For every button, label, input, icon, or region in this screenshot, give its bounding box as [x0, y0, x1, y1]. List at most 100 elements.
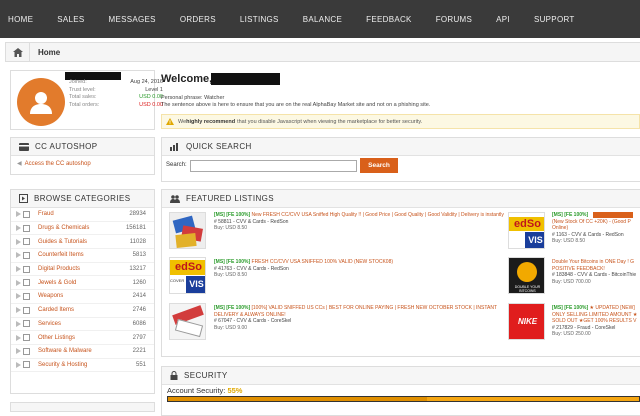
listing-thumb-bitcoin[interactable]: DOUBLE YOUR BITCOINS: [508, 257, 545, 294]
category-name[interactable]: Services: [38, 321, 116, 327]
category-checkbox[interactable]: [23, 251, 30, 259]
breadcrumb-home[interactable]: Home: [38, 48, 60, 57]
category-name[interactable]: Guides & Tutorials: [38, 239, 116, 245]
nav-home[interactable]: HOME: [8, 15, 33, 24]
category-checkbox[interactable]: [23, 347, 30, 355]
listing-badge: [MS] [FE 100%]: [552, 212, 589, 218]
listing-thumb-nike[interactable]: NIKE: [508, 303, 545, 340]
nav-api[interactable]: API: [496, 15, 510, 24]
home-icon[interactable]: [6, 43, 30, 61]
category-item[interactable]: Digital Products 13217: [11, 263, 154, 277]
listing-price: Buy: USD 8.50: [214, 272, 248, 278]
listing-title[interactable]: Double Your Bitcoins in ONE Day ! G POSI…: [552, 259, 634, 272]
category-count: 13217: [129, 266, 146, 273]
category-checkbox[interactable]: [23, 279, 30, 287]
category-name[interactable]: Security & Hosting: [38, 362, 116, 368]
category-name[interactable]: Carded Items: [38, 307, 116, 313]
category-checkbox[interactable]: [23, 320, 30, 328]
category-count: 2797: [132, 334, 146, 341]
expand-icon[interactable]: [16, 238, 21, 245]
expand-icon[interactable]: [16, 334, 21, 341]
listing-text: [MS] [FE 100%] FRESH CC/CVV USA SNIFFED …: [214, 259, 504, 279]
search-button[interactable]: Search: [360, 158, 398, 173]
search-input[interactable]: [190, 160, 357, 172]
category-checkbox[interactable]: [23, 334, 30, 342]
category-item[interactable]: Weapons 2414: [11, 290, 154, 304]
category-checkbox[interactable]: [23, 361, 30, 369]
nav-sales[interactable]: SALES: [57, 15, 84, 24]
category-checkbox[interactable]: [23, 224, 30, 232]
security-progress-fill: [168, 397, 428, 401]
expand-icon[interactable]: [16, 361, 21, 368]
category-name[interactable]: Jewels & Gold: [38, 280, 116, 286]
listing-thumb-redson[interactable]: edSo COVER VIS: [169, 257, 206, 294]
listing-thumb-cards[interactable]: [169, 212, 206, 249]
listing-title[interactable]: New FRESH CC/CVV USA Sniffed High Qualit…: [252, 212, 504, 218]
category-item[interactable]: Services 6086: [11, 318, 154, 332]
listing-meta: # 58811 - CVV & Cards - RedSon: [214, 218, 289, 225]
personal-phrase: Personal phrase: Watcher: [161, 95, 225, 101]
nav-balance[interactable]: BALANCE: [303, 15, 342, 24]
expand-icon[interactable]: [16, 252, 21, 259]
category-count: 5813: [132, 252, 146, 259]
category-item[interactable]: Other Listings 2797: [11, 331, 154, 345]
category-item[interactable]: Guides & Tutorials 11028: [11, 235, 154, 250]
nav-messages[interactable]: MESSAGES: [109, 15, 156, 24]
category-list: Fraud 28934 Drugs & Chemicals 156181 Guides …: [11, 208, 154, 373]
listing-thumb-cards-red[interactable]: [169, 303, 206, 340]
listing-title[interactable]: (New Stock Of CC +20K) - (Good P Online): [552, 219, 631, 232]
category-name[interactable]: Drugs & Chemicals: [38, 225, 116, 231]
expand-icon[interactable]: [16, 307, 21, 314]
chart-icon: [170, 142, 180, 151]
category-item[interactable]: Drugs & Chemicals 156181: [11, 222, 154, 236]
category-name[interactable]: Other Listings: [38, 335, 116, 341]
category-name[interactable]: Counterfeit Items: [38, 252, 116, 258]
category-name[interactable]: Weapons: [38, 293, 116, 299]
category-count: 6086: [132, 320, 146, 327]
listing-meta: # 67047 - CVV & Cards - CoreSkel: [214, 318, 292, 324]
category-checkbox[interactable]: [23, 306, 30, 314]
category-item[interactable]: Carded Items 2746: [11, 304, 154, 318]
category-item[interactable]: Counterfeit Items 5813: [11, 249, 154, 263]
category-checkbox[interactable]: [23, 238, 30, 246]
categories-panel: BROWSE CATEGORIES Fraud 28934 Drugs & Chem…: [10, 189, 155, 394]
expand-icon[interactable]: [16, 320, 21, 327]
orders-value: USD 0.00: [139, 101, 163, 108]
category-item[interactable]: Software & Malware 2221: [11, 345, 154, 359]
nav-forums[interactable]: FORUMS: [436, 15, 472, 24]
listing-thumb-redson-2[interactable]: edSo VIS: [508, 212, 545, 249]
nav-orders[interactable]: ORDERS: [180, 15, 216, 24]
category-name[interactable]: Digital Products: [38, 266, 116, 272]
category-checkbox[interactable]: [23, 210, 30, 218]
category-checkbox[interactable]: [23, 265, 30, 273]
cc-autoshop-panel: CC AUTOSHOP ◀ Access the CC autoshop: [10, 137, 155, 175]
expand-icon[interactable]: [16, 266, 21, 273]
category-name[interactable]: Fraud: [38, 211, 116, 217]
category-item[interactable]: Jewels & Gold 1260: [11, 276, 154, 291]
listing-price: Buy: USD 250.00: [552, 331, 591, 337]
cc-autoshop-link[interactable]: Access the CC autoshop: [25, 161, 91, 167]
listing-badge: [MS] [FE 100%]: [214, 305, 251, 311]
trust-value: Level 1: [145, 86, 163, 93]
nav-feedback[interactable]: FEEDBACK: [366, 15, 412, 24]
expand-icon[interactable]: [16, 211, 21, 218]
category-name[interactable]: Software & Malware: [38, 348, 116, 354]
category-checkbox[interactable]: [23, 292, 30, 300]
category-count: 11028: [129, 238, 146, 245]
expand-icon[interactable]: [16, 225, 21, 232]
listing-title[interactable]: FRESH CC/CVV USA SNIFFED 100% VALID (NEW…: [252, 259, 394, 265]
lock-icon: [170, 371, 178, 380]
cc-autoshop-title: CC AUTOSHOP: [35, 142, 98, 151]
nav-support[interactable]: SUPPORT: [534, 15, 575, 24]
phishing-note: The sentence above is here to ensure tha…: [161, 102, 431, 108]
security-label: Account Security:: [167, 386, 226, 395]
category-item[interactable]: Security & Hosting 551: [11, 359, 154, 373]
expand-icon[interactable]: [16, 279, 21, 286]
listing-meta: # 41763 - CVV & Cards - RedSon: [214, 265, 289, 272]
search-label: Search:: [166, 162, 187, 168]
nav-listings[interactable]: LISTINGS: [240, 15, 279, 24]
category-item[interactable]: Fraud 28934: [11, 208, 154, 222]
expand-icon[interactable]: [16, 293, 21, 300]
expand-icon[interactable]: [16, 348, 21, 355]
listing-title[interactable]: [100%] VALID SNIFFED US CCs | BEST FOR O…: [214, 305, 497, 318]
